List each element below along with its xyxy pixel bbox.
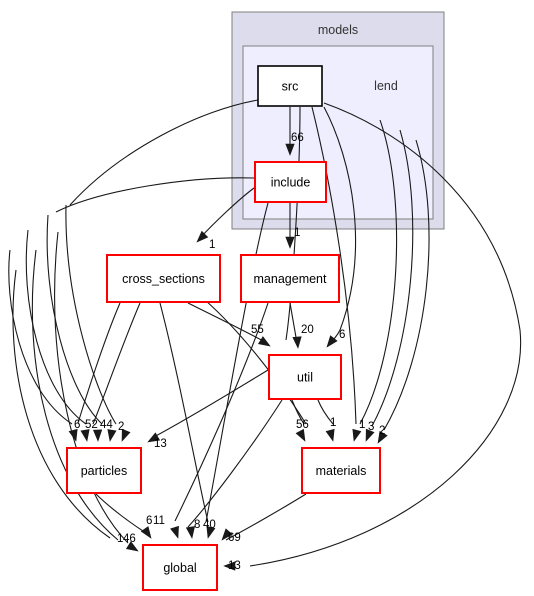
node-label-src: src: [282, 79, 299, 93]
cluster-title-lend: lend: [374, 79, 398, 93]
edge-e-cs-part1: [77, 302, 121, 424]
edge-e-g-in-a: [12, 269, 111, 539]
node-label-particles: particles: [81, 464, 128, 478]
edge-label-crosssections-util: 55: [251, 324, 264, 336]
edge-e-inc-left: [55, 177, 255, 213]
edge-label-include-management: 1: [294, 227, 300, 239]
arrow-a-mat-1: [295, 428, 306, 442]
edge-label-global-in-6: 6: [146, 515, 152, 527]
edge-label-global-in-8: 8: [194, 519, 200, 531]
node-src[interactable]: src: [257, 65, 323, 107]
arrow-a-part-3: [92, 429, 103, 442]
edge-label-src-util: 6: [339, 329, 345, 341]
edge-label-util-materials-56: 56: [296, 419, 309, 431]
edge-label-particles-in-2: 2: [118, 421, 124, 433]
edge-label-materials-in-2: 2: [379, 425, 385, 437]
edge-label-util-materials-1: 1: [330, 417, 336, 429]
graph-canvas: modelslend 661155 20 66 52 44 21356 1 1 3 26 11 8 40…: [8, 11, 522, 591]
edge-e-cs-util: [187, 302, 266, 343]
edge-e-cs-part2: [92, 302, 141, 425]
edge-e-src-left: [69, 99, 259, 206]
arrow-a-part-2: [80, 429, 90, 442]
edge-label-particles-in-44: 44: [100, 419, 113, 431]
edge-label-global-in-13: 13: [228, 560, 241, 572]
edge-label-particles-in-6: 6: [74, 419, 80, 431]
node-particles[interactable]: particles: [66, 447, 142, 494]
edge-label-global-in-46: 46: [123, 533, 136, 545]
edge-label-global-in-40: 40: [203, 519, 216, 531]
edge-e-cs-glob: [159, 302, 209, 523]
arrow-a-inc-mgmt: [285, 236, 295, 249]
node-label-cross_sections: cross_sections: [122, 272, 205, 286]
edge-label-global-in-11: 11: [153, 515, 165, 527]
node-label-management: management: [254, 272, 327, 286]
edge-label-src-include: 66: [291, 132, 304, 144]
node-management[interactable]: management: [240, 254, 340, 303]
edge-label-materials-in-1: 1: [359, 419, 365, 431]
cluster-title-models: models: [318, 23, 358, 37]
node-include[interactable]: include: [254, 161, 327, 203]
node-label-util: util: [297, 370, 313, 384]
edge-e-util-part13: [151, 369, 269, 439]
node-label-include: include: [271, 175, 311, 189]
arrow-a-mat-2: [325, 428, 335, 442]
node-materials[interactable]: materials: [301, 447, 381, 494]
node-global[interactable]: global: [142, 544, 218, 591]
arrow-a-cs-util: [257, 336, 271, 347]
arrow-a-mgmt-util: [292, 336, 302, 349]
node-label-global: global: [163, 561, 196, 575]
arrow-a-glob-1: [140, 526, 152, 539]
edge-e-g-in-b: [31, 249, 119, 541]
arrow-a-mat-3: [352, 428, 362, 442]
arrow-a-part-4: [107, 429, 117, 442]
node-cross_sections[interactable]: cross_sections: [106, 254, 221, 303]
node-util[interactable]: util: [268, 354, 342, 400]
node-label-materials: materials: [316, 464, 367, 478]
dependency-graph: models lend 66 1 1 55 20 6 6 52 44 2 13 56 1 1 3 2 6 11 8 40…: [0, 0, 534, 596]
edge-label-particles-in-13: 13: [154, 438, 167, 450]
edge-label-global-in-69: 69: [228, 532, 241, 544]
edge-label-management-util: 20: [301, 324, 314, 336]
edge-e-p-in-a: [8, 249, 73, 425]
arrow-a-inc-cs: [196, 230, 209, 243]
edge-label-particles-in-52: 52: [85, 419, 98, 431]
edge-label-materials-in-3: 3: [368, 421, 374, 433]
arrow-a-glob-2: [170, 525, 179, 539]
edge-label-include-cross_sections: 1: [209, 239, 215, 251]
edge-e-p-in-d: [65, 204, 117, 425]
